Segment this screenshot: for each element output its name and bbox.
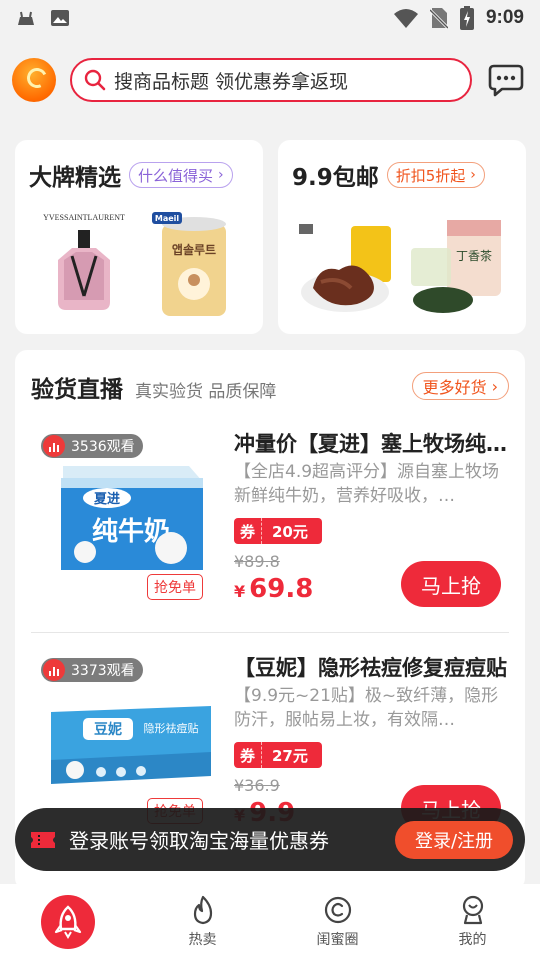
- search-placeholder: 搜商品标题 领优惠券拿返现: [114, 70, 349, 93]
- coupon-value: 20元: [272, 522, 308, 541]
- section-title: 验货直播: [31, 377, 123, 403]
- bottom-nav: 热卖 闺蜜圈 我的: [0, 884, 540, 960]
- promo-title: 9.9包邮: [292, 165, 379, 191]
- nav-label: 我的: [458, 932, 487, 948]
- search-icon: [84, 69, 106, 91]
- section-subtitle: 真实验货 品质保障: [135, 382, 277, 402]
- search-input[interactable]: 搜商品标题 领优惠券拿返现: [70, 58, 472, 102]
- nav-label: 闺蜜圈: [316, 932, 359, 948]
- more-goods-button[interactable]: 更多好货 ›: [411, 372, 509, 400]
- profile-icon: [462, 895, 483, 925]
- promo-card-free-shipping[interactable]: 9.9包邮 折扣5折起 › 丁香茶: [278, 140, 526, 334]
- price-value: 69.8: [249, 574, 314, 604]
- live-bars-icon: [43, 435, 65, 457]
- nav-item-profile[interactable]: 我的: [405, 884, 540, 960]
- coupon-badge: 券 27元: [234, 742, 322, 768]
- login-register-button[interactable]: 登录/注册: [395, 820, 513, 859]
- product-label-text: 앱솔루트: [172, 243, 216, 257]
- promo-tag-button[interactable]: 折扣5折起 ›: [386, 162, 485, 188]
- milk-can-product-image: Maeil 앱솔루트: [152, 212, 226, 316]
- wifi-icon: [393, 9, 418, 28]
- buy-now-button[interactable]: 马上抢: [401, 561, 501, 607]
- brand-logo-text: YVESSAINTLAURENT: [43, 213, 125, 222]
- currency-symbol: ¥: [234, 582, 246, 601]
- promo-tag-label: 什么值得买: [138, 166, 214, 185]
- viewer-count: 3536观看: [71, 439, 135, 455]
- perfume-product-image: YVESSAINTLAURENT: [43, 213, 125, 310]
- product-description: 【全店4.9超高评分】源自塞上牧场新鲜纯牛奶，营养好吸收，…: [234, 462, 500, 506]
- viewer-count-badge: 3536观看: [41, 434, 143, 458]
- product-description: 【9.9元~21贴】极~致纤薄，隐形防汗，服帖易上妆，有效隔…: [234, 686, 499, 730]
- product-brand-text: Maeil: [155, 214, 180, 223]
- promo-tag-button[interactable]: 什么值得买 ›: [129, 162, 233, 188]
- tea-label-text: 丁香茶: [456, 248, 492, 263]
- android-icon: [18, 11, 34, 25]
- free-order-tag: 抢免单: [147, 574, 203, 600]
- viewer-count-badge: 3373观看: [41, 658, 143, 682]
- viewer-count: 3373观看: [71, 663, 135, 679]
- rocket-icon: [40, 895, 95, 949]
- coupon-label: 券: [234, 518, 262, 544]
- login-banner: 登录账号领取淘宝海量优惠券 登录/注册: [15, 808, 525, 871]
- coupon-badge: 券 20元: [234, 518, 322, 544]
- original-price: ¥89.8: [234, 552, 280, 571]
- tea-product-image: 丁香茶: [411, 220, 501, 313]
- status-bar: 9:09: [0, 0, 540, 36]
- status-time: 9:09: [485, 7, 524, 28]
- box-brand-text: 夏进: [93, 492, 120, 507]
- chevron-right-icon: ›: [218, 167, 224, 183]
- live-product-item[interactable]: 3536观看 夏进 纯牛奶 抢免单 冲量价【夏进】塞上牧场纯牛奶 【全店4.9超…: [15, 428, 525, 618]
- coupon-value: 27元: [272, 746, 308, 765]
- product-title[interactable]: 冲量价【夏进】塞上牧场纯牛奶: [234, 428, 510, 458]
- snack-product-image: [299, 224, 391, 312]
- no-sim-icon: [429, 8, 448, 29]
- chevron-right-icon: ›: [470, 167, 476, 183]
- nav-item-home[interactable]: [0, 884, 135, 960]
- coupon-label: 券: [234, 742, 262, 768]
- nav-item-friends-circle[interactable]: 闺蜜圈: [270, 884, 405, 960]
- message-button[interactable]: [488, 62, 524, 98]
- box-brand-text: 豆妮: [94, 721, 122, 738]
- avatar[interactable]: [12, 58, 56, 102]
- product-title[interactable]: 【豆妮】隐形祛痘修复痘痘贴: [234, 652, 510, 682]
- nav-label: 热卖: [188, 932, 217, 948]
- login-banner-text: 登录账号领取淘宝海量优惠券: [69, 829, 329, 853]
- nav-item-hot-sale[interactable]: 热卖: [135, 884, 270, 960]
- promo-title: 大牌精选: [29, 165, 121, 191]
- chevron-right-icon: ›: [491, 376, 498, 396]
- message-icon: [488, 64, 524, 97]
- search-header: 搜商品标题 领优惠券拿返现: [0, 50, 540, 110]
- item-divider: [31, 632, 509, 633]
- ticket-icon: [31, 831, 55, 848]
- battery-icon: [459, 6, 474, 30]
- promo-card-brand-picks[interactable]: 大牌精选 什么值得买 › YVESSAINTLAURENT Maeil 앱솔루트: [15, 140, 263, 334]
- original-price: ¥36.9: [234, 776, 280, 795]
- current-price: ¥69.8: [234, 574, 313, 604]
- box-name-text: 隐形祛痘贴: [144, 721, 199, 735]
- image-icon: [51, 10, 69, 26]
- promo-tag-label: 折扣5折起: [395, 166, 466, 185]
- flame-icon: [193, 895, 212, 925]
- live-bars-icon: [43, 659, 65, 681]
- more-goods-label: 更多好货: [422, 378, 487, 397]
- circle-chat-icon: [324, 896, 351, 924]
